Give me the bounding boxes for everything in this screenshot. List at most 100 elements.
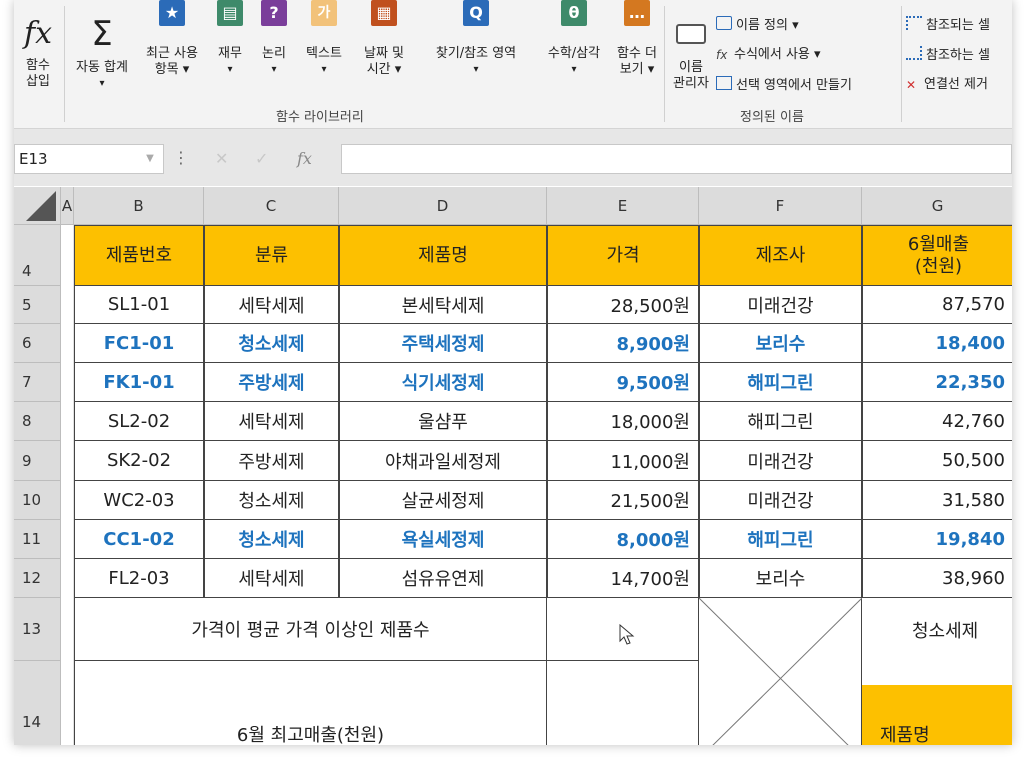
data-cell-f8[interactable]: 해피그린 <box>699 402 862 441</box>
data-cell-f10[interactable]: 미래건강 <box>699 481 862 520</box>
summary-label-max-sales[interactable]: 6월 최고매출(천원) <box>74 661 547 745</box>
summary-label-avg-price[interactable]: 가격이 평균 가격 이상인 제품수 <box>74 598 547 661</box>
text-button[interactable]: 가 텍스트 ▾ <box>297 0 351 78</box>
data-cell-g10[interactable]: 31,580 <box>862 481 1012 520</box>
data-cell-c12[interactable]: 세탁세제 <box>204 559 339 598</box>
header-cell-c[interactable]: 분류 <box>204 225 339 286</box>
cancel-icon[interactable]: ✕ <box>215 144 228 174</box>
data-cell-b10[interactable]: WC2-03 <box>74 481 204 520</box>
data-cell-c10[interactable]: 청소세제 <box>204 481 339 520</box>
header-cell-e[interactable]: 가격 <box>547 225 699 286</box>
column-header-f[interactable]: F <box>699 187 862 225</box>
data-cell-b9[interactable]: SK2-02 <box>74 441 204 481</box>
data-cell-b7[interactable]: FK1-01 <box>74 363 204 402</box>
empty-cell-a[interactable] <box>61 324 74 363</box>
header-cell-d[interactable]: 제품명 <box>339 225 547 286</box>
insert-function-icon[interactable]: fx <box>297 144 312 174</box>
row-header-13[interactable]: 13 <box>14 598 61 661</box>
empty-cell-a[interactable] <box>61 661 74 745</box>
data-cell-g8[interactable]: 42,760 <box>862 402 1012 441</box>
empty-cell-a[interactable] <box>61 225 74 286</box>
data-cell-f9[interactable]: 미래건강 <box>699 441 862 481</box>
select-all-button[interactable] <box>14 187 61 225</box>
column-header-b[interactable]: B <box>74 187 204 225</box>
data-cell-e8[interactable]: 18,000원 <box>547 402 699 441</box>
summary-g14-header[interactable]: 제품명 <box>862 685 1012 745</box>
enter-icon[interactable]: ✓ <box>255 144 268 174</box>
row-header-10[interactable]: 10 <box>14 481 61 520</box>
column-header-c[interactable]: C <box>204 187 339 225</box>
data-cell-b6[interactable]: FC1-01 <box>74 324 204 363</box>
column-header-a[interactable]: A <box>61 187 74 225</box>
crossed-cell-f13[interactable] <box>699 598 862 745</box>
data-cell-d12[interactable]: 섬유유연제 <box>339 559 547 598</box>
data-cell-g7[interactable]: 22,350 <box>862 363 1012 402</box>
math-trig-button[interactable]: θ 수학/삼각 ▾ <box>538 0 610 78</box>
summary-g13[interactable]: 청소세제 <box>862 598 1012 661</box>
more-functions-button[interactable]: … 함수 더 보기 ▾ <box>610 0 664 78</box>
row-header-11[interactable]: 11 <box>14 520 61 559</box>
empty-cell-a[interactable] <box>61 598 74 661</box>
empty-cell-a[interactable] <box>61 286 74 324</box>
cell-e14[interactable] <box>547 661 699 745</box>
trace-dependents-button[interactable]: 참조하는 셀 <box>906 46 990 65</box>
data-cell-d5[interactable]: 본세탁세제 <box>339 286 547 324</box>
empty-cell-a[interactable] <box>61 402 74 441</box>
data-cell-g6[interactable]: 18,400 <box>862 324 1012 363</box>
data-cell-g11[interactable]: 19,840 <box>862 520 1012 559</box>
data-cell-d10[interactable]: 살균세정제 <box>339 481 547 520</box>
data-cell-e11[interactable]: 8,000원 <box>547 520 699 559</box>
empty-cell-a[interactable] <box>61 363 74 402</box>
logical-button[interactable]: ? 논리 ▾ <box>254 0 294 78</box>
row-header-5[interactable]: 5 <box>14 286 61 324</box>
data-cell-f5[interactable]: 미래건강 <box>699 286 862 324</box>
formula-input[interactable] <box>341 144 1012 174</box>
data-cell-e10[interactable]: 21,500원 <box>547 481 699 520</box>
row-header-7[interactable]: 7 <box>14 363 61 402</box>
row-header-8[interactable]: 8 <box>14 402 61 441</box>
data-cell-e9[interactable]: 11,000원 <box>547 441 699 481</box>
data-cell-c9[interactable]: 주방세제 <box>204 441 339 481</box>
data-cell-g9[interactable]: 50,500 <box>862 441 1012 481</box>
header-cell-b[interactable]: 제품번호 <box>74 225 204 286</box>
data-cell-b8[interactable]: SL2-02 <box>74 402 204 441</box>
data-cell-d6[interactable]: 주택세정제 <box>339 324 547 363</box>
autosum-button[interactable]: Σ 자동 합계 ▾ <box>68 0 136 92</box>
column-header-g[interactable]: G <box>862 187 1012 225</box>
data-cell-f6[interactable]: 보리수 <box>699 324 862 363</box>
data-cell-e6[interactable]: 8,900원 <box>547 324 699 363</box>
column-header-d[interactable]: D <box>339 187 547 225</box>
empty-cell-a[interactable] <box>61 559 74 598</box>
data-cell-e5[interactable]: 28,500원 <box>547 286 699 324</box>
data-cell-c8[interactable]: 세탁세제 <box>204 402 339 441</box>
recently-used-button[interactable]: ★ 최근 사용 항목 ▾ <box>137 0 207 78</box>
financial-button[interactable]: ▤ 재무 ▾ <box>210 0 250 78</box>
row-header-4[interactable]: 4 <box>14 225 61 286</box>
data-cell-c11[interactable]: 청소세제 <box>204 520 339 559</box>
empty-cell-a[interactable] <box>61 441 74 481</box>
data-cell-b12[interactable]: FL2-03 <box>74 559 204 598</box>
data-cell-f7[interactable]: 해피그린 <box>699 363 862 402</box>
data-cell-c6[interactable]: 청소세제 <box>204 324 339 363</box>
use-in-formula-button[interactable]: fx 수식에서 사용 ▾ <box>716 46 821 64</box>
row-header-12[interactable]: 12 <box>14 559 61 598</box>
data-cell-g5[interactable]: 87,570 <box>862 286 1012 324</box>
data-cell-e7[interactable]: 9,500원 <box>547 363 699 402</box>
header-cell-g[interactable]: 6월매출 (천원) <box>862 225 1012 286</box>
row-header-6[interactable]: 6 <box>14 324 61 363</box>
create-from-selection-button[interactable]: 선택 영역에서 만들기 <box>716 76 852 95</box>
data-cell-f12[interactable]: 보리수 <box>699 559 862 598</box>
empty-cell-a[interactable] <box>61 481 74 520</box>
data-cell-g12[interactable]: 38,960 <box>862 559 1012 598</box>
data-cell-c5[interactable]: 세탁세제 <box>204 286 339 324</box>
header-cell-f[interactable]: 제조사 <box>699 225 862 286</box>
data-cell-b11[interactable]: CC1-02 <box>74 520 204 559</box>
data-cell-d11[interactable]: 욕실세정제 <box>339 520 547 559</box>
lookup-reference-button[interactable]: Q 찾기/참조 영역 ▾ <box>416 0 536 78</box>
chevron-down-icon[interactable]: ▼ <box>140 144 160 174</box>
data-cell-d7[interactable]: 식기세정제 <box>339 363 547 402</box>
data-cell-d9[interactable]: 야채과일세정제 <box>339 441 547 481</box>
data-cell-f11[interactable]: 해피그린 <box>699 520 862 559</box>
trace-precedents-button[interactable]: 참조되는 셀 <box>906 16 990 35</box>
data-cell-e12[interactable]: 14,700원 <box>547 559 699 598</box>
